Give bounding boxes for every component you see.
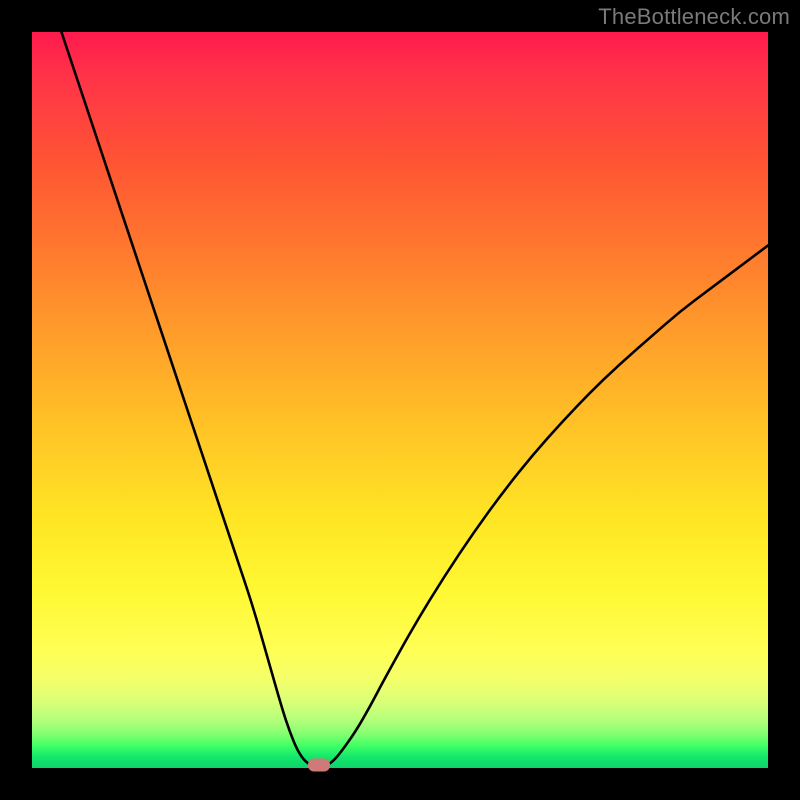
plot-area <box>32 32 768 768</box>
chart-frame: TheBottleneck.com <box>0 0 800 800</box>
curve-svg <box>32 32 768 768</box>
watermark-text: TheBottleneck.com <box>598 4 790 30</box>
minimum-marker <box>308 759 330 772</box>
bottleneck-curve <box>61 32 768 767</box>
